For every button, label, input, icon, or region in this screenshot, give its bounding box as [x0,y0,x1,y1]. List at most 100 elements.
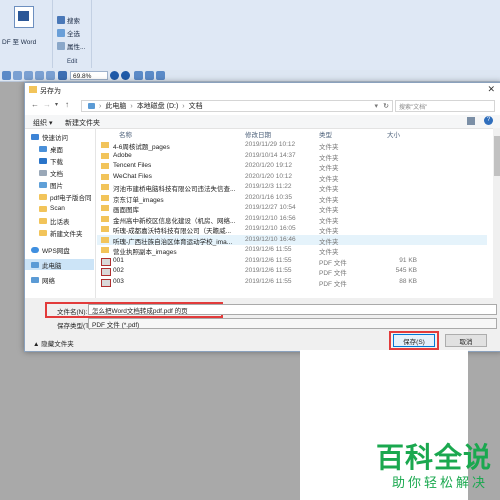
nav-item-network[interactable]: 网络 [31,274,55,285]
nav-item-wps-cloud[interactable]: WPS网盘 [31,244,70,255]
fit-page-icon[interactable] [134,71,143,80]
file-row[interactable]: Tencent Files 2020/1/20 19:12 文件夹 [97,161,487,172]
nav-label: 比话表 [50,218,70,226]
convert-group: DF 至 Word [0,0,53,68]
folder-icon [101,173,109,180]
file-row[interactable]: 画面图库 2019/12/27 10:54 文件夹 [97,203,487,214]
column-header-size[interactable]: 大小 [387,128,400,140]
hide-folders-button[interactable]: ▲ 隐藏文件夹 [33,338,74,348]
file-date: 2019/12/10 16:56 [245,214,296,222]
new-folder-button[interactable]: 新建文件夹 [65,118,100,128]
pdf-to-word-button[interactable]: DF 至 Word [2,36,36,46]
folder-icon [101,226,109,232]
column-header-name[interactable]: 名称 [119,128,132,140]
nav-item-pictures[interactable]: 图片 [39,179,63,190]
view-options-icon[interactable] [467,117,475,125]
breadcrumb-item[interactable]: 此电脑 [105,101,126,111]
save-button[interactable]: 保存(S) [393,334,435,347]
forward-arrow-icon[interactable]: → [43,100,51,109]
view-icon[interactable] [24,71,33,80]
nav-item-folder[interactable]: 比话表 [39,215,70,226]
organize-button[interactable]: 组织 ▾ [33,118,52,128]
zoom-out-icon[interactable] [110,71,119,80]
actual-size-icon[interactable] [156,71,165,80]
file-row[interactable]: 听瑰-广西壮族自治区体育运动学校_ima... 2019/12/10 16:46 文… [97,234,487,246]
nav-item-folder[interactable]: pdf电子版合同 [39,191,92,202]
column-header-type[interactable]: 类型 [319,128,332,140]
folder-icon [101,163,109,169]
refresh-icon[interactable]: ↻ [383,102,389,110]
properties-button[interactable]: 属性... [57,41,85,51]
column-header-date[interactable]: 修改日期 [245,128,271,140]
file-row[interactable]: 营业执照副本_images 2019/12/6 11:55 文件夹 [97,245,487,256]
fit-width-icon[interactable] [145,71,154,80]
nav-label: 此电脑 [42,262,62,270]
file-date: 2020/1/20 19:12 [245,162,292,169]
zoom-field[interactable]: 69.8% [70,71,108,80]
breadcrumb-item[interactable]: 文档 [189,101,203,111]
folder-icon [39,205,47,212]
up-arrow-icon[interactable]: ↑ [65,100,69,109]
view-icon[interactable] [46,71,55,80]
navigation-pane: 快速访问 桌面 下载 文档 图片 pdf电子版合同 Scan 比话表 新建文件夹… [25,128,96,298]
view-icon[interactable] [35,71,44,80]
file-row[interactable]: Adobe 2019/10/14 14:37 文件夹 [97,151,487,162]
cancel-button[interactable]: 取消 [445,334,487,347]
nav-item-quick-access[interactable]: 快速访问 [31,131,68,142]
nav-item-desktop[interactable]: 桌面 [39,143,63,154]
view-icon[interactable] [2,71,11,80]
file-row[interactable]: 听瑰-成都嘉沃特科技有限公司（天瞻威... 2019/12/10 16:05 文件夹 [97,224,487,235]
file-type: 文件夹 [319,228,339,235]
nav-item-folder[interactable]: 新建文件夹 [39,227,83,238]
file-size: 88 KB [399,277,417,285]
help-icon[interactable]: ? [484,116,493,125]
breadcrumb-item[interactable]: 本地磁盘 (D:) [137,101,179,111]
folder-icon [101,142,109,148]
back-arrow-icon[interactable]: ← [31,100,39,109]
file-date: 2020/1/16 10:35 [245,193,292,201]
pdf-file-icon [101,257,111,266]
select-all-label: 全选 [67,31,80,38]
watermark-subtitle: 助你轻松解决 [391,476,488,491]
nav-label: Scan [50,205,65,212]
zoom-in-icon[interactable] [121,71,130,80]
nav-label: 图片 [50,182,63,190]
select-all-button[interactable]: 全选 [57,28,80,38]
zoom-tool-icon[interactable] [58,71,67,80]
title-bar: 另存为 ✕ [25,83,500,97]
savetype-select[interactable]: PDF 文件 (*.pdf) [88,318,497,329]
file-date: 2019/12/6 11:55 [245,256,292,264]
file-date: 2019/12/27 10:54 [245,204,296,211]
search-input[interactable]: 搜索"文档" [395,100,495,112]
folder-icon [101,194,109,201]
file-row[interactable]: 京东订单_images 2020/1/16 10:35 文件夹 [97,193,487,204]
binoculars-icon [57,16,65,24]
vertical-scrollbar[interactable] [493,128,500,298]
download-icon [39,157,47,164]
close-icon[interactable]: ✕ [487,84,495,95]
nav-item-this-pc[interactable]: 此电脑 [25,259,94,270]
file-row[interactable]: 001 2019/12/6 11:55 PDF 文件 91 KB [97,256,487,267]
nav-item-documents[interactable]: 文档 [39,167,63,178]
file-row[interactable]: 002 2019/12/6 11:55 PDF 文件 545 KB [97,266,487,277]
view-icon[interactable] [13,71,22,80]
nav-label: 桌面 [50,146,63,154]
breadcrumb[interactable]: › 此电脑 › 本地磁盘 (D:) › 文档 ▾ ↻ [81,100,393,112]
file-row[interactable]: WeChat Files 2020/1/20 10:12 文件夹 [97,172,487,183]
nav-label: 下载 [50,158,63,166]
chevron-down-icon[interactable]: ▾ [374,102,378,110]
file-date: 2019/12/6 11:55 [245,277,292,285]
file-row[interactable]: 003 2019/12/6 11:55 PDF 文件 88 KB [97,277,487,288]
view-toolbar: 69.8% [0,70,500,82]
filename-input[interactable]: 怎么把Word文档转成pdf.pdf 的页 [88,304,497,315]
nav-item-downloads[interactable]: 下载 [39,155,63,166]
properties-icon [57,42,65,50]
file-row[interactable]: 河池市建桥电脑科技有限公司违法失信查... 2019/12/3 11:22 文件夹 [97,182,487,193]
scrollbar-thumb[interactable] [494,136,500,176]
file-row[interactable]: 4-6周核试题_pages 2019/11/29 10:12 文件夹 [97,140,487,151]
file-row[interactable]: 金州高中新校区信息化建设（机房、网络... 2019/12/10 16:56 文件夹 [97,214,487,225]
chevron-down-icon[interactable]: ▾ [55,101,58,108]
search-button[interactable]: 搜索 [57,15,80,25]
nav-item-folder[interactable]: Scan [39,203,65,214]
select-all-icon [57,29,65,37]
